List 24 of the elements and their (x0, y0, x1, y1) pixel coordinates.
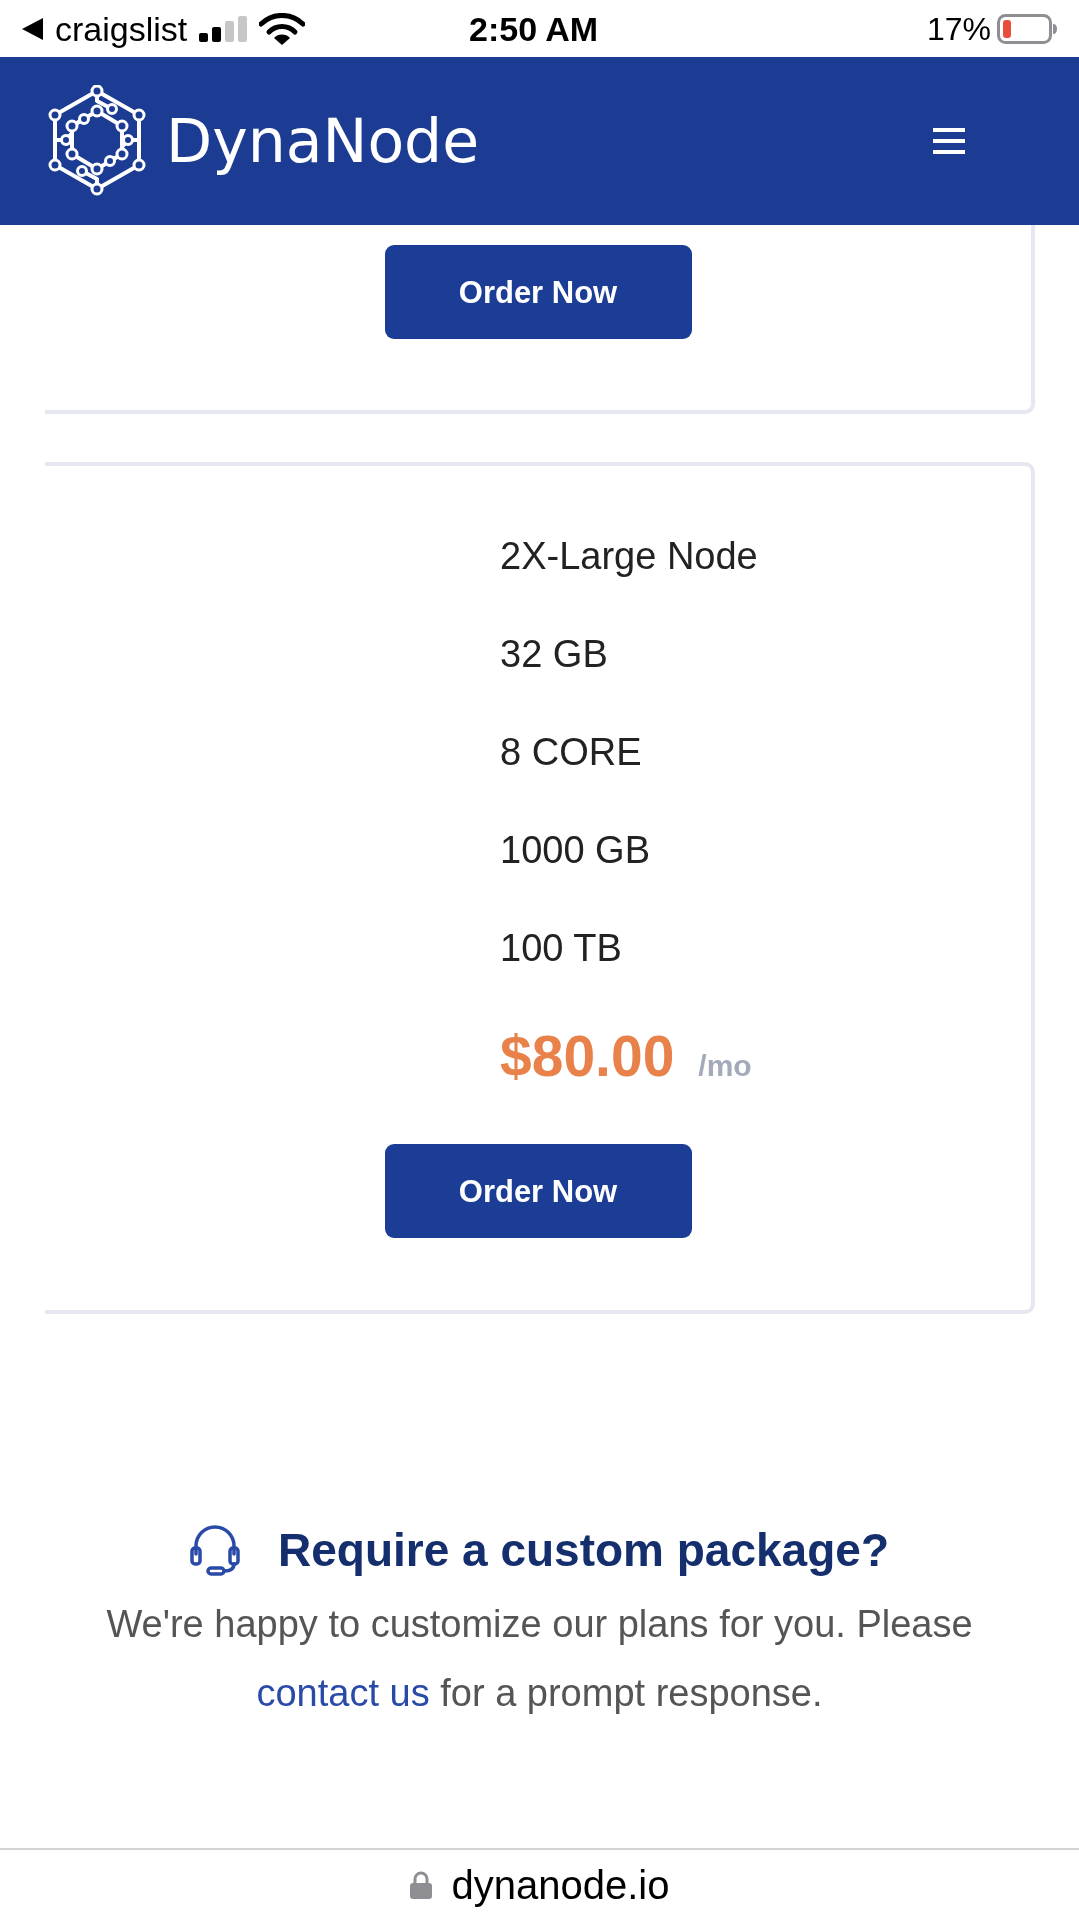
custom-package-heading: Require a custom package? (278, 1523, 889, 1578)
back-app-label[interactable]: craigslist (55, 11, 188, 46)
order-button[interactable]: Order Now (384, 1144, 692, 1238)
clock-time: 2:50 AM (469, 12, 599, 46)
price-period: /mo (698, 1051, 752, 1081)
menu-icon (933, 128, 965, 154)
menu-button[interactable] (933, 128, 965, 154)
order-button[interactable]: Order Now (384, 245, 692, 339)
battery-percentage: 17% (926, 12, 991, 45)
signal-icon (199, 15, 248, 42)
headset-icon (190, 1524, 240, 1576)
wifi-icon (259, 12, 306, 45)
battery-icon (997, 13, 1057, 44)
url-text[interactable]: dynanode.io (451, 1865, 670, 1905)
custom-package-text: We're happy to customize our plans for you. Please contact us for a prompt response. (105, 1602, 974, 1716)
plan-feature: 2X-Large Node (500, 534, 759, 579)
back-triangle-icon[interactable] (22, 17, 43, 40)
plan-feature: 32 GB (500, 632, 609, 677)
lock-icon (409, 1871, 432, 1899)
plan-feature: 100 TB (500, 926, 623, 971)
plan-feature: 8 CORE (500, 730, 643, 775)
contact-link[interactable]: contact us (256, 1672, 430, 1714)
plan-price: $80.00 (500, 1025, 675, 1087)
plan-feature: 1000 GB (500, 828, 651, 873)
